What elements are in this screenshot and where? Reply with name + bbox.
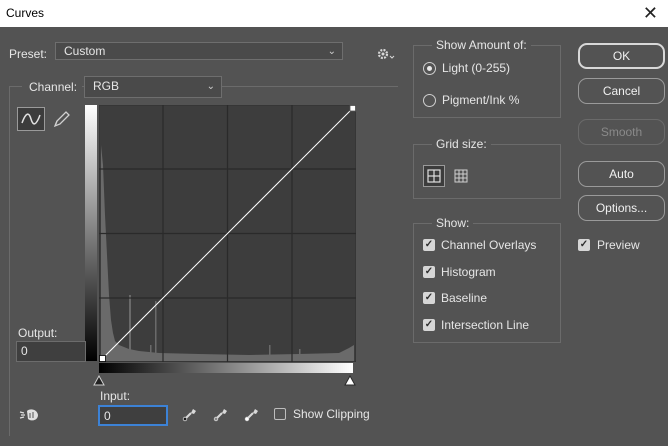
preset-dropdown[interactable]: Custom ⌄: [55, 42, 343, 60]
grid-4-icon: [427, 169, 441, 183]
pencil-icon[interactable]: [51, 109, 73, 129]
baseline-checkbox[interactable]: ✓: [423, 292, 435, 304]
close-icon[interactable]: ✕: [643, 2, 658, 24]
white-eyedropper-icon[interactable]: [243, 405, 261, 423]
preset-label: Preset:: [9, 47, 48, 61]
curve-tool-button[interactable]: [17, 107, 45, 131]
curve-tool-icon: [21, 113, 41, 125]
curve-point-white[interactable]: [349, 105, 356, 112]
checkmark-icon: ✓: [424, 292, 434, 303]
ok-button[interactable]: OK: [578, 43, 665, 69]
cancel-button[interactable]: Cancel: [578, 78, 665, 104]
targeted-adjustment-icon[interactable]: [18, 407, 40, 423]
show-clipping-label: Show Clipping: [293, 407, 370, 421]
show-title: Show:: [432, 216, 474, 230]
input-gradient-bar: [99, 363, 353, 373]
chevron-down-icon: ⌄: [206, 81, 215, 92]
options-button[interactable]: Options...: [578, 195, 665, 221]
light-radio[interactable]: [423, 62, 436, 75]
light-radio-label: Light (0-255): [442, 61, 511, 75]
channel-overlays-checkbox[interactable]: ✓: [423, 239, 435, 251]
curve-point-black[interactable]: [99, 355, 106, 362]
smooth-button[interactable]: Smooth: [578, 119, 665, 145]
grid-10-icon[interactable]: [452, 167, 470, 185]
show-clipping-checkbox[interactable]: [274, 408, 286, 420]
gray-eyedropper-icon[interactable]: [212, 405, 230, 423]
grid-size-title: Grid size:: [432, 137, 491, 151]
black-eyedropper-icon[interactable]: [181, 405, 199, 423]
white-point-slider-icon[interactable]: [344, 375, 356, 387]
preset-value: Custom: [64, 44, 106, 58]
checkmark-icon: ✓: [424, 319, 434, 330]
auto-button[interactable]: Auto: [578, 161, 665, 187]
window-title: Curves: [6, 6, 45, 20]
black-point-slider-icon[interactable]: [93, 375, 105, 387]
input-label: Input:: [100, 389, 131, 403]
pigment-radio-label: Pigment/Ink %: [442, 93, 520, 107]
checkmark-icon: ✓: [579, 239, 589, 250]
curves-graph[interactable]: [99, 105, 356, 362]
intersection-line-checkbox[interactable]: ✓: [423, 319, 435, 331]
channel-dropdown[interactable]: RGB ⌄: [84, 76, 222, 98]
checkmark-icon: ✓: [424, 239, 434, 250]
channel-label: Channel:: [29, 80, 78, 94]
preview-checkbox[interactable]: ✓: [578, 239, 590, 251]
channel-value: RGB: [93, 79, 120, 93]
show-amount-group: Show Amount of:: [413, 38, 561, 118]
pigment-radio[interactable]: [423, 94, 436, 107]
channel-overlays-label: Channel Overlays: [441, 238, 537, 252]
grid-4-button[interactable]: [423, 165, 445, 187]
preview-label: Preview: [597, 238, 640, 252]
intersection-line-label: Intersection Line: [441, 318, 530, 332]
gear-icon[interactable]: [376, 47, 396, 61]
title-bar: Curves ✕: [0, 0, 668, 27]
output-field[interactable]: 0: [16, 341, 86, 362]
output-gradient-bar: [85, 105, 97, 361]
output-label: Output:: [18, 326, 58, 340]
input-field[interactable]: 0: [98, 405, 168, 426]
baseline-label: Baseline: [441, 291, 488, 305]
histogram-checkbox[interactable]: ✓: [423, 266, 435, 278]
checkmark-icon: ✓: [424, 266, 434, 277]
histogram-label: Histogram: [441, 265, 496, 279]
show-amount-title: Show Amount of:: [432, 38, 531, 52]
chevron-down-icon: ⌄: [327, 46, 336, 57]
